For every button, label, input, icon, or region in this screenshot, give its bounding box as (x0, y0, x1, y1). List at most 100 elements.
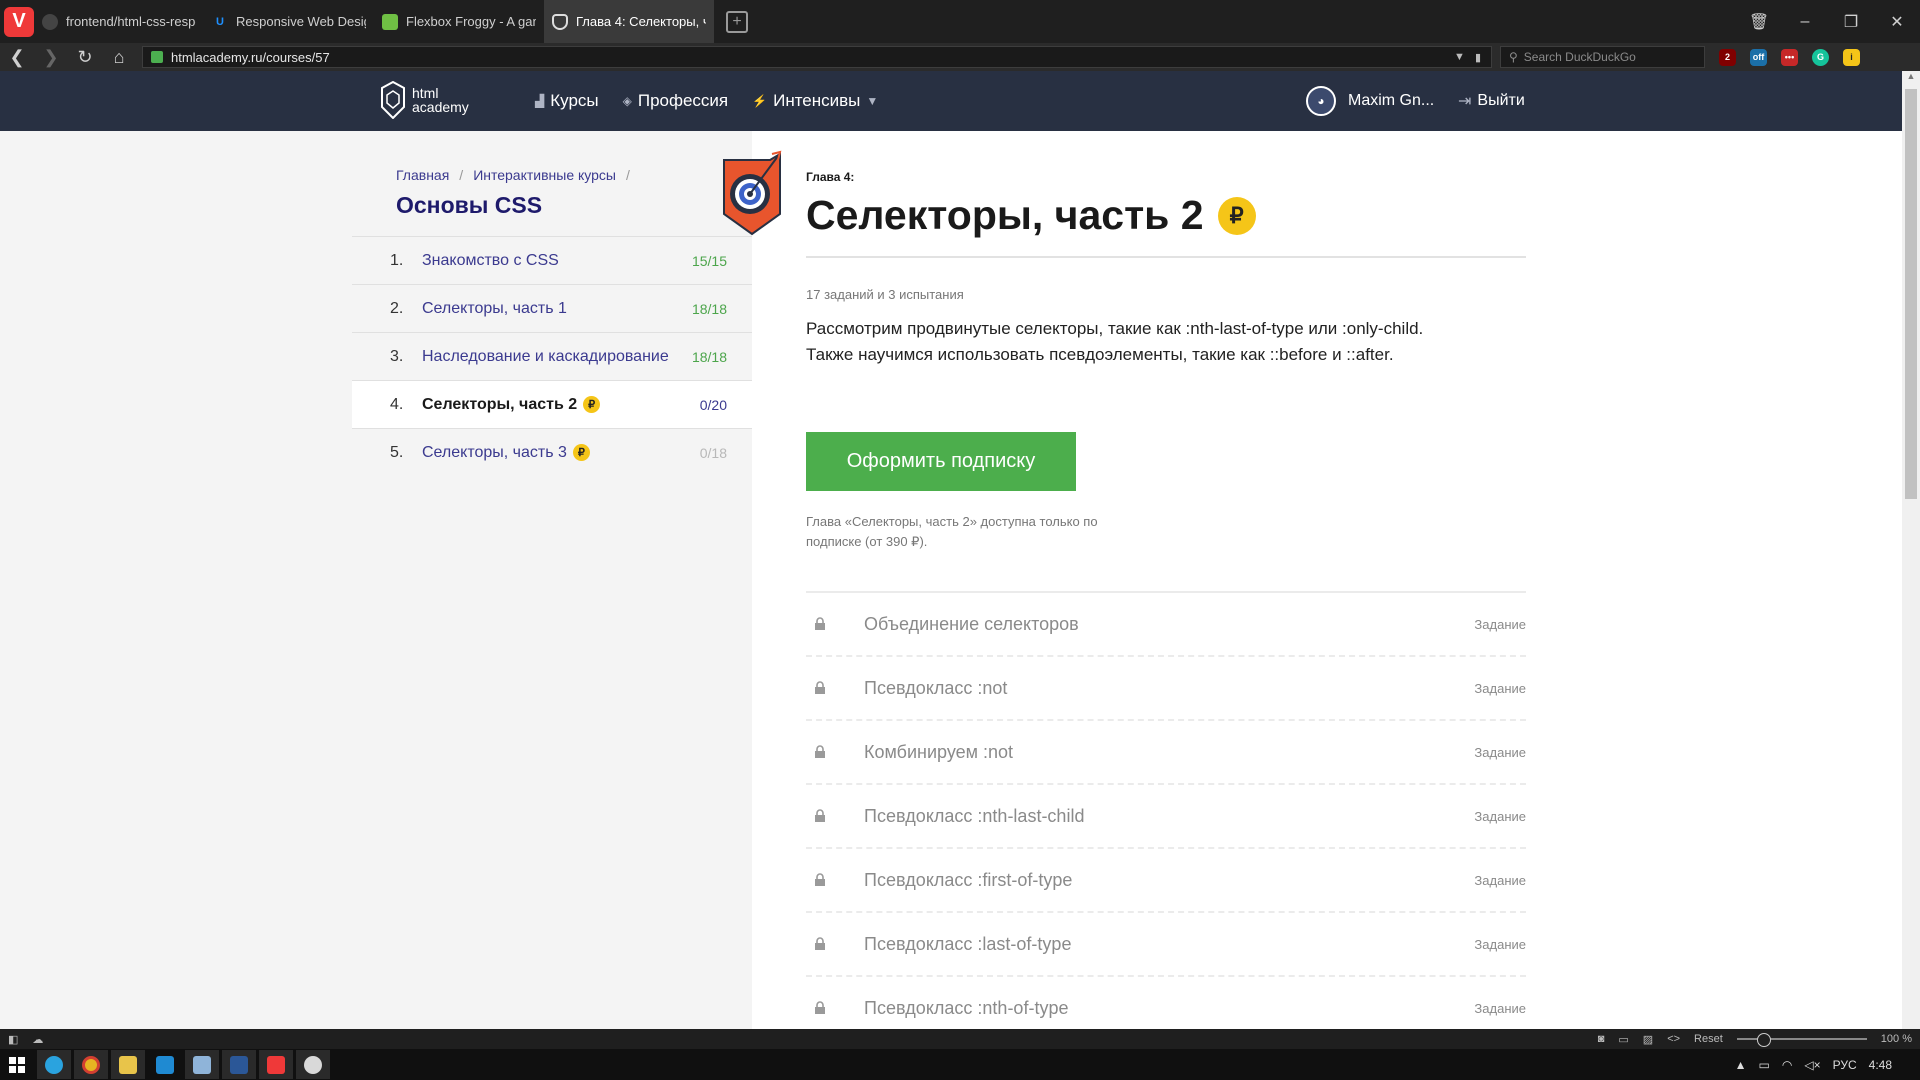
task-row[interactable]: Псевдокласс :nth-last-child Задание (806, 785, 1526, 849)
lastpass-icon[interactable]: ••• (1781, 48, 1798, 66)
home-icon[interactable]: ⌂ (102, 47, 136, 68)
volume-icon[interactable]: ◁× (1804, 1058, 1820, 1072)
logout-link[interactable]: ⇥ Выйти (1458, 71, 1525, 131)
panel-toggle-icon[interactable]: ◧ (8, 1033, 18, 1046)
task-name: Комбинируем :not (864, 741, 1014, 762)
minimize-button[interactable]: – (1782, 13, 1828, 31)
ublock-icon[interactable]: 2 (1719, 48, 1736, 66)
task-type: Задание (1474, 1000, 1526, 1016)
page-scrollbar[interactable]: ▲ (1902, 71, 1920, 1029)
chapter-item[interactable]: 2. Селекторы, часть 1 18/18 (352, 284, 752, 332)
nav-label: Курсы (550, 91, 599, 110)
trash-icon[interactable]: 🗑 (1736, 12, 1782, 32)
tab-github[interactable]: frontend/html-css-responsive (34, 0, 204, 43)
zoom-reset-button[interactable]: Reset (1694, 1033, 1723, 1045)
nav-label: Интенсивы (773, 91, 861, 110)
tab-title: Flexbox Froggy - A game for (406, 14, 536, 29)
task-row[interactable]: Объединение селекторов Задание (806, 593, 1526, 657)
breadcrumb-separator: / (459, 167, 464, 183)
task-type: Задание (1474, 872, 1526, 888)
task-name: Псевдокласс :nth-of-type (864, 997, 1069, 1018)
browser-status-bar: ◧ ☁ ◙ ▭ ▨ <> Reset 100 % (0, 1029, 1920, 1049)
task-row[interactable]: Комбинируем :not Задание (806, 721, 1526, 785)
nav-label: Профессия (637, 91, 729, 110)
notes-extension-icon[interactable]: i (1843, 48, 1860, 66)
task-row[interactable]: Псевдокласс :not Задание (806, 657, 1526, 721)
user-menu[interactable]: ◕ Maxim Gn... (1306, 71, 1434, 131)
main-nav: ▟ Курсы ◈ Профессия ⚡ Интенсивы ▼ (535, 71, 878, 131)
telegram-icon[interactable] (37, 1050, 71, 1079)
breadcrumb-home[interactable]: Главная (396, 167, 449, 183)
zoom-level: 100 % (1880, 1033, 1912, 1045)
lock-icon (806, 937, 864, 951)
chrome-icon[interactable] (74, 1050, 108, 1079)
scroll-up-icon[interactable]: ▲ (1902, 71, 1920, 85)
search-field[interactable]: ⚲ Search DuckDuckGo (1500, 46, 1705, 68)
new-tab-button[interactable]: + (726, 10, 748, 33)
scrollbar-thumb[interactable] (1905, 89, 1917, 499)
breadcrumb-courses[interactable]: Интерактивные курсы (473, 167, 616, 183)
task-row[interactable]: Псевдокласс :last-of-type Задание (806, 913, 1526, 977)
tray-expand-icon[interactable]: ▲ (1735, 1058, 1747, 1072)
chapter-item[interactable]: 3. Наследование и каскадирование 18/18 (352, 332, 752, 380)
code-icon[interactable]: <> (1667, 1033, 1680, 1045)
extension-off-icon[interactable]: off (1750, 48, 1767, 66)
chevron-down-icon: ▼ (866, 94, 879, 108)
clock[interactable]: 4:48 (1869, 1058, 1892, 1072)
tab-udacity[interactable]: U Responsive Web Design Fun (204, 0, 374, 43)
tab-htmlacademy[interactable]: Глава 4: Селекторы, часть 2 (544, 0, 714, 43)
windows-start-icon[interactable] (0, 1056, 34, 1073)
tile-icon[interactable]: ▭ (1618, 1033, 1628, 1046)
url-dropdown-icon[interactable]: ▼ (1454, 51, 1465, 63)
file-explorer-icon[interactable] (111, 1050, 145, 1079)
close-window-button[interactable]: ✕ (1874, 12, 1920, 32)
word-icon[interactable] (222, 1050, 256, 1079)
zoom-slider[interactable] (1736, 1033, 1867, 1047)
nav-profession[interactable]: ◈ Профессия (623, 91, 729, 111)
task-row[interactable]: Псевдокласс :first-of-type Задание (806, 849, 1526, 913)
chapter-item[interactable]: 1. Знакомство с CSS 15/15 (352, 236, 752, 284)
wifi-icon[interactable]: ◠ (1782, 1058, 1792, 1072)
url-field[interactable]: htmlacademy.ru/courses/57 ▼ ▮ (142, 46, 1492, 68)
divider (806, 256, 1526, 258)
chapter-list: 1. Знакомство с CSS 15/15 2. Селекторы, … (352, 236, 752, 476)
chapter-name: Селекторы, часть 2 (422, 395, 578, 413)
image-icon[interactable]: ▨ (1643, 1033, 1653, 1046)
itunes-icon[interactable] (296, 1050, 330, 1079)
chapter-name: Селекторы, часть 1 (422, 299, 567, 317)
chapter-number: 4. (390, 395, 404, 413)
os-taskbar: ▲ ▭ ◠ ◁× РУС 4:48 (0, 1049, 1920, 1080)
nav-intensives[interactable]: ⚡ Интенсивы ▼ (752, 91, 878, 111)
chapter-name: Знакомство с CSS (422, 251, 559, 269)
grammarly-icon[interactable]: G (1812, 48, 1829, 66)
chapter-name: Селекторы, часть 3 (422, 443, 567, 461)
forward-icon[interactable]: ❯ (34, 47, 68, 68)
tab-title: Responsive Web Design Fun (236, 14, 366, 29)
site-logo[interactable]: html academy (380, 81, 469, 119)
chapter-item[interactable]: 5. Селекторы, часть 3 ₽ 0/18 (352, 428, 752, 476)
tab-title: frontend/html-css-responsive (66, 14, 196, 29)
tab-flexbox-froggy[interactable]: Flexbox Froggy - A game for (374, 0, 544, 43)
notepad-icon[interactable] (185, 1050, 219, 1079)
ruble-coin-icon: ₽ (1217, 196, 1256, 235)
battery-icon[interactable]: ▭ (1759, 1058, 1770, 1072)
task-type: Задание (1474, 680, 1526, 696)
back-icon[interactable]: ❮ (0, 47, 34, 68)
reload-icon[interactable]: ↻ (68, 47, 102, 68)
subscribe-button[interactable]: Оформить подписку (806, 432, 1076, 491)
zoom-slider-knob[interactable] (1756, 1033, 1771, 1047)
chapter-item-active[interactable]: 4. Селекторы, часть 2 ₽ 0/20 (352, 380, 752, 428)
vivaldi-menu-button[interactable]: V (4, 6, 34, 37)
cloud-sync-icon[interactable]: ☁ (32, 1033, 43, 1046)
restore-button[interactable]: ❐ (1828, 12, 1874, 32)
ruble-coin-icon: ₽ (572, 444, 590, 461)
chapter-progress: 18/18 (691, 348, 727, 365)
language-indicator[interactable]: РУС (1833, 1058, 1857, 1072)
vivaldi-icon[interactable] (259, 1050, 293, 1079)
bookmark-icon[interactable]: ▮ (1475, 51, 1481, 64)
course-title: Основы CSS (396, 192, 543, 218)
nav-courses[interactable]: ▟ Курсы (535, 91, 599, 111)
chapter-progress: 0/18 (699, 444, 727, 461)
screenshot-icon[interactable]: ◙ (1598, 1033, 1605, 1045)
vscode-icon[interactable] (148, 1050, 182, 1079)
